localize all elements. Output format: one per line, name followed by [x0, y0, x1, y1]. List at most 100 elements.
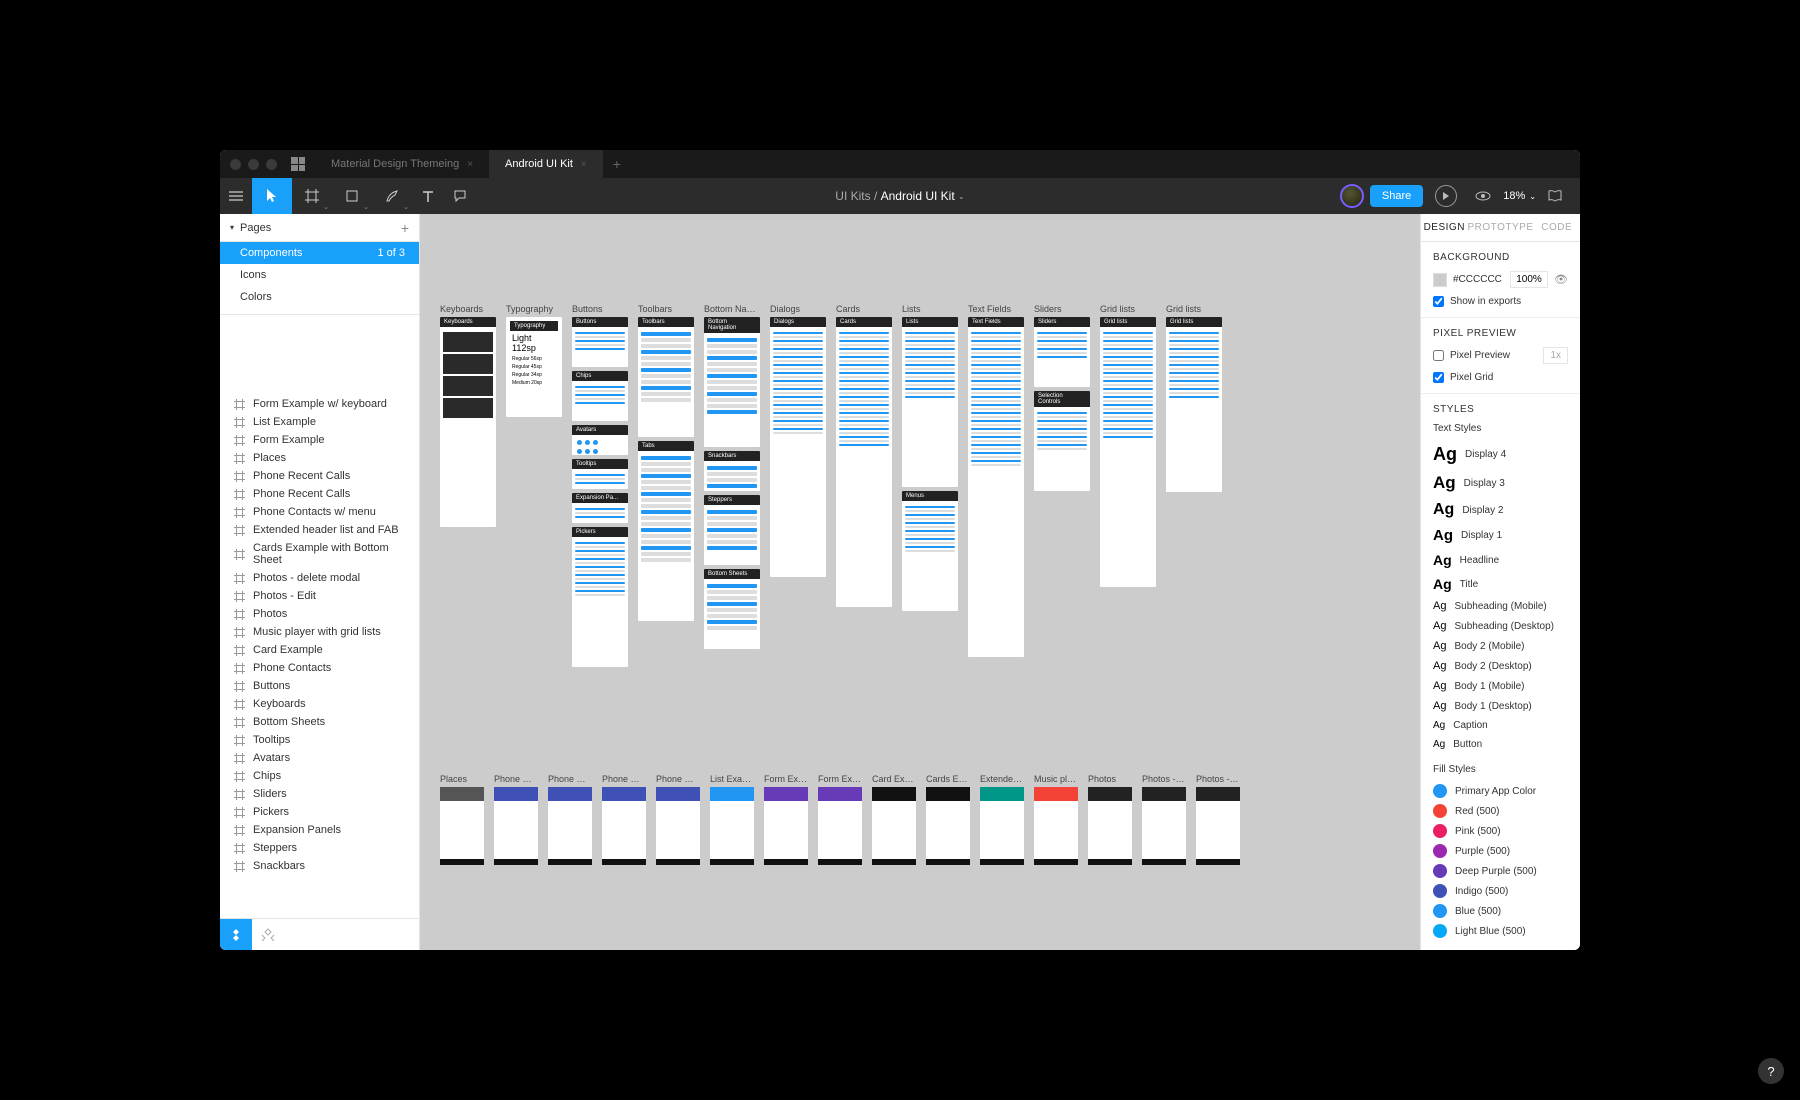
layer-item[interactable]: Phone Contacts w/ menu	[220, 503, 419, 521]
artboard-thumb[interactable]: Music pla...	[1034, 774, 1078, 865]
layer-item[interactable]: Phone Contacts	[220, 659, 419, 677]
fill-style-item[interactable]: Pink (500)	[1433, 821, 1568, 841]
components-icon[interactable]	[220, 919, 252, 950]
view-icon[interactable]	[1469, 191, 1497, 201]
artboard-column[interactable]: Grid listsGrid lists	[1166, 304, 1222, 667]
traffic-lights[interactable]	[230, 159, 277, 170]
frame-tool[interactable]: ⌄	[292, 178, 332, 214]
artboard-thumb[interactable]: Phone Re...	[602, 774, 646, 865]
text-style-item[interactable]: AgBody 1 (Desktop)	[1433, 696, 1568, 716]
artboard-thumb[interactable]: Places	[440, 774, 484, 865]
move-tool[interactable]: ⌄	[252, 178, 292, 214]
canvas[interactable]: KeyboardsKeyboardsTypographyTypography L…	[420, 214, 1420, 950]
text-style-item[interactable]: AgSubheading (Desktop)	[1433, 616, 1568, 636]
text-style-item[interactable]: AgCaption	[1433, 716, 1568, 735]
layer-item[interactable]: Phone Recent Calls	[220, 485, 419, 503]
artboard-column[interactable]: Text FieldsText Fields	[968, 304, 1024, 667]
text-style-item[interactable]: AgDisplay 1	[1433, 523, 1568, 548]
page-item[interactable]: Icons	[220, 264, 419, 286]
tab-design[interactable]: DESIGN	[1421, 214, 1468, 241]
fill-style-item[interactable]: Blue (500)	[1433, 901, 1568, 921]
fill-style-item[interactable]: Red (500)	[1433, 801, 1568, 821]
layer-item[interactable]: Steppers	[220, 839, 419, 857]
breadcrumb[interactable]: UI Kits / Android UI Kit ⌄	[835, 189, 964, 203]
text-tool[interactable]	[412, 178, 444, 214]
page-item[interactable]: Colors	[220, 286, 419, 308]
text-style-item[interactable]: AgHeadline	[1433, 548, 1568, 572]
fill-style-item[interactable]: Purple (500)	[1433, 841, 1568, 861]
book-icon[interactable]	[1542, 190, 1568, 202]
layer-item[interactable]: Photos	[220, 605, 419, 623]
layer-item[interactable]: Bottom Sheets	[220, 713, 419, 731]
artboard-thumb[interactable]: Card Exa...	[872, 774, 916, 865]
fill-style-item[interactable]: Indigo (500)	[1433, 881, 1568, 901]
pixel-preview-toggle[interactable]: Pixel Preview	[1433, 350, 1510, 361]
layer-item[interactable]: Pickers	[220, 803, 419, 821]
pages-header[interactable]: ▾ Pages +	[220, 214, 419, 242]
artboard-thumb[interactable]: Phone Co...	[494, 774, 538, 865]
artboard-thumb[interactable]: Form Exa...	[818, 774, 862, 865]
artboard-column[interactable]: ListsListsMenus	[902, 304, 958, 667]
layer-item[interactable]: Card Example	[220, 641, 419, 659]
fill-style-item[interactable]: Primary App Color	[1433, 781, 1568, 801]
artboard-thumb[interactable]: Extended ...	[980, 774, 1024, 865]
artboard-column[interactable]: Grid listsGrid lists	[1100, 304, 1156, 667]
page-item[interactable]: Components1 of 3	[220, 242, 419, 264]
layer-item[interactable]: Form Example w/ keyboard	[220, 395, 419, 413]
pixel-grid-toggle[interactable]: Pixel Grid	[1433, 372, 1568, 383]
text-style-item[interactable]: AgBody 2 (Mobile)	[1433, 636, 1568, 656]
layer-item[interactable]: Expansion Panels	[220, 821, 419, 839]
layer-item[interactable]: Buttons	[220, 677, 419, 695]
artboard-thumb[interactable]: Photos	[1088, 774, 1132, 865]
add-page-button[interactable]: +	[401, 220, 409, 236]
avatar[interactable]	[1340, 184, 1364, 208]
menu-icon[interactable]	[220, 178, 252, 214]
artboard-column[interactable]: TypographyTypography Light 112sp Regular…	[506, 304, 562, 667]
artboard-thumb[interactable]: List Exam...	[710, 774, 754, 865]
artboard-column[interactable]: DialogsDialogs	[770, 304, 826, 667]
artboard-thumb[interactable]: Photos - d...	[1196, 774, 1240, 865]
layer-item[interactable]: Form Example	[220, 431, 419, 449]
layer-item[interactable]: Photos - Edit	[220, 587, 419, 605]
layer-item[interactable]: List Example	[220, 413, 419, 431]
close-icon[interactable]: ×	[581, 159, 587, 170]
artboard-column[interactable]: ButtonsButtonsChipsAvatarsTooltipsExpans…	[572, 304, 628, 667]
layer-item[interactable]: Photos - delete modal	[220, 569, 419, 587]
layer-item[interactable]: Extended header list and FAB	[220, 521, 419, 539]
fill-style-item[interactable]: Light Blue (500)	[1433, 921, 1568, 941]
new-tab-button[interactable]: +	[603, 150, 631, 178]
pixel-multiplier[interactable]: 1x	[1543, 347, 1568, 364]
pen-tool[interactable]: ⌄	[372, 178, 412, 214]
artboard-column[interactable]: Bottom Navig...Bottom NavigationSnackbar…	[704, 304, 760, 667]
layer-item[interactable]: Avatars	[220, 749, 419, 767]
visibility-icon[interactable]: 👁	[1554, 273, 1568, 286]
artboard-thumb[interactable]: Phone Re...	[656, 774, 700, 865]
layer-item[interactable]: Places	[220, 449, 419, 467]
layer-item[interactable]: Phone Recent Calls	[220, 467, 419, 485]
artboard-column[interactable]: ToolbarsToolbarsTabs	[638, 304, 694, 667]
artboard-column[interactable]: CardsCards	[836, 304, 892, 667]
text-style-item[interactable]: AgDisplay 4	[1433, 440, 1568, 469]
layer-item[interactable]: Sliders	[220, 785, 419, 803]
text-style-item[interactable]: AgSubheading (Mobile)	[1433, 596, 1568, 616]
artboard-thumb[interactable]: Phone Co...	[548, 774, 592, 865]
tab-prototype[interactable]: PROTOTYPE	[1468, 214, 1534, 241]
share-button[interactable]: Share	[1370, 185, 1423, 207]
team-library-icon[interactable]	[252, 919, 284, 950]
present-button[interactable]	[1429, 185, 1463, 207]
layer-item[interactable]: Keyboards	[220, 695, 419, 713]
layer-item[interactable]: Snackbars	[220, 857, 419, 875]
zoom-level[interactable]: 18%⌄	[1503, 190, 1536, 202]
text-style-item[interactable]: AgBody 1 (Mobile)	[1433, 676, 1568, 696]
text-style-item[interactable]: AgBody 2 (Desktop)	[1433, 656, 1568, 676]
show-in-exports[interactable]: Show in exports	[1433, 296, 1568, 307]
layer-item[interactable]: Tooltips	[220, 731, 419, 749]
close-icon[interactable]: ×	[467, 159, 473, 170]
bg-hex[interactable]: #CCCCCC	[1453, 274, 1504, 285]
artboard-thumb[interactable]: Cards Exa...	[926, 774, 970, 865]
shape-tool[interactable]: ⌄	[332, 178, 372, 214]
tab-inactive[interactable]: Material Design Themeing×	[315, 150, 489, 178]
text-style-item[interactable]: AgTitle	[1433, 572, 1568, 596]
artboard-thumb[interactable]: Photos - E...	[1142, 774, 1186, 865]
text-style-item[interactable]: AgDisplay 2	[1433, 497, 1568, 523]
